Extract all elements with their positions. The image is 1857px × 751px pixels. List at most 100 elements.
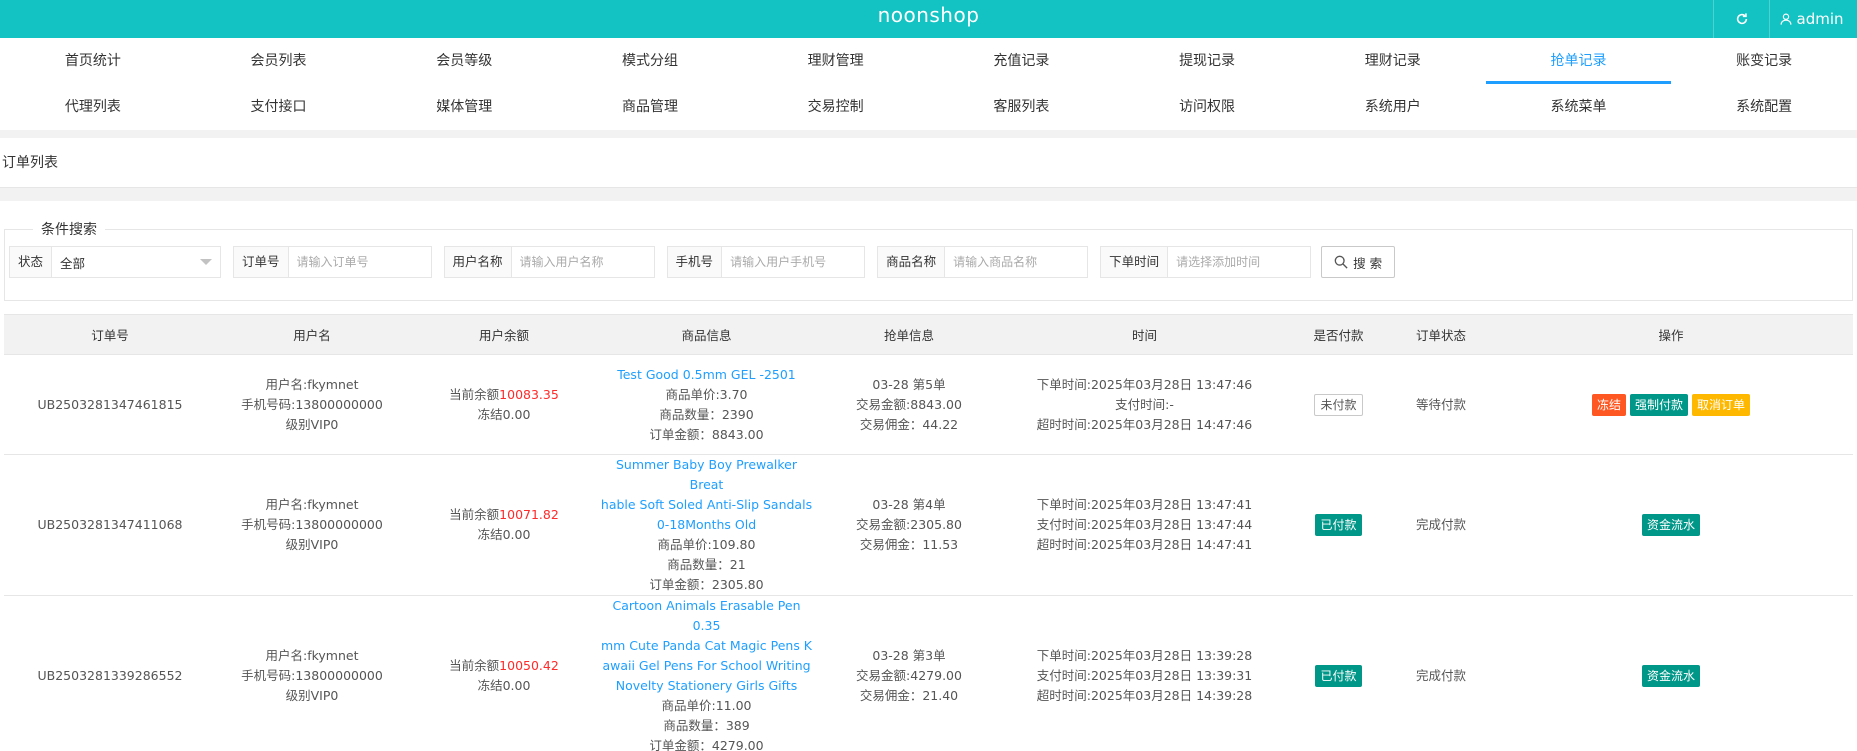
nav-item[interactable]: 理财记录: [1300, 38, 1486, 84]
phone-label: 手机号: [667, 247, 723, 277]
nav-item[interactable]: 首页统计: [0, 38, 186, 84]
nav-item[interactable]: 客服列表: [929, 84, 1115, 130]
nav-item[interactable]: 提现记录: [1114, 38, 1300, 84]
nav-item[interactable]: 商品管理: [557, 84, 743, 130]
search-icon: [1334, 255, 1348, 269]
fund-flow-button[interactable]: 资金流水: [1641, 514, 1700, 536]
order-no-filter: 订单号: [233, 246, 432, 278]
time-pay: 支付时间:-: [1115, 396, 1174, 412]
goods-total: 订单金额：2305.80: [649, 577, 764, 592]
cancel-order-button[interactable]: 取消订单: [1692, 393, 1751, 416]
nav-item[interactable]: 系统菜单: [1486, 84, 1672, 130]
goods-name-link[interactable]: mm Cute Panda Cat Magic Pens K: [600, 636, 813, 656]
paid-badge: 未付款: [1314, 393, 1363, 416]
nav-item[interactable]: 系统配置: [1671, 84, 1857, 130]
refresh-icon: [1736, 13, 1747, 25]
grab-info: 交易金额:8843.00: [856, 396, 962, 412]
nav-item[interactable]: 媒体管理: [371, 84, 557, 130]
goods-name-link[interactable]: Test Good 0.5mm GEL -2501: [600, 365, 813, 385]
nav-item[interactable]: 模式分组: [557, 38, 743, 84]
user-icon: [1780, 13, 1791, 25]
fund-flow-button[interactable]: 资金流水: [1641, 665, 1700, 687]
user-cell: 用户名:fkymnet 手机号码:13800000000 级别VIP0: [216, 354, 408, 455]
column-header: 商品信息: [600, 314, 813, 355]
status-value: 全部: [60, 255, 86, 271]
status-select[interactable]: 全部: [52, 247, 220, 277]
order-no-cell: UB2503281339286552: [4, 595, 216, 751]
nav-item[interactable]: 理财管理: [743, 38, 929, 84]
user-name: admin: [1796, 10, 1844, 28]
order-no-cell: UB2503281347461815: [4, 354, 216, 455]
status-filter[interactable]: 状态 全部: [9, 246, 222, 278]
top-header: noonshop admin: [0, 0, 1857, 38]
time-cell: 下单时间:2025年03月28日 13:47:46 支付时间:- 超时时间:2025…: [1005, 354, 1284, 455]
order-no-input[interactable]: [288, 247, 431, 277]
nav-item[interactable]: 充值记录: [929, 38, 1115, 84]
main-nav: 首页统计 会员列表 会员等级 模式分组 理财管理 充值记录 提现记录 理财记录 抢单记录 账变记录…: [0, 38, 1857, 130]
page-title: 订单列表: [0, 138, 1857, 188]
time-expire: 超时时间:2025年03月28日 14:47:46: [1036, 416, 1253, 432]
goods-filter: 商品名称: [877, 246, 1089, 278]
refresh-button[interactable]: [1713, 0, 1769, 38]
nav-item[interactable]: 抢单记录: [1485, 38, 1672, 84]
goods-cell: Test Good 0.5mm GEL -2501 商品单价:3.70 商品数量：2…: [600, 354, 813, 455]
table-row: UB2503281347411068 用户名:fkymnet 手机号码:138000…: [4, 454, 1853, 596]
goods-name-link[interactable]: awaii Gel Pens For School Writing: [600, 656, 813, 676]
table-row: UB2503281347461815 用户名:fkymnet 手机号码:138000…: [4, 354, 1853, 455]
username-input[interactable]: [511, 247, 654, 277]
balance-value: 10050.42: [499, 658, 559, 673]
goods-price: 商品单价:3.70: [665, 386, 748, 402]
column-header: 操作: [1489, 314, 1853, 355]
grab-cell: 03-28 第5单 交易金额:8843.00 交易佣金：44.22: [813, 354, 1005, 455]
user-level: 级别VIP0: [285, 688, 339, 703]
nav-item[interactable]: 支付接口: [186, 84, 372, 130]
grab-info: 03-28 第3单: [872, 648, 946, 663]
time-input[interactable]: [1168, 247, 1311, 277]
header-actions: admin: [1713, 0, 1857, 38]
nav-item[interactable]: 交易控制: [743, 84, 929, 130]
time-expire: 超时时间:2025年03月28日 14:47:41: [1036, 537, 1253, 552]
goods-label: 商品名称: [878, 247, 946, 277]
paid-badge: 已付款: [1315, 665, 1362, 687]
nav-item[interactable]: 会员列表: [186, 38, 372, 84]
main-content: 条件搜索 状态 全部 订单号 用户名称 手机号 商品: [0, 201, 1857, 751]
search-button[interactable]: 搜 索: [1321, 246, 1396, 278]
time-label: 下单时间: [1101, 247, 1169, 277]
balance-prefix: 当前余额: [449, 386, 500, 402]
paid-badge: 已付款: [1315, 514, 1362, 536]
paid-cell: 已付款: [1284, 454, 1393, 596]
phone-input[interactable]: [722, 247, 865, 277]
goods-name-link[interactable]: Cartoon Animals Erasable Pen 0.35: [600, 596, 813, 636]
nav-item[interactable]: 账变记录: [1671, 38, 1857, 84]
goods-cell: Cartoon Animals Erasable Pen 0.35 mm Cute…: [600, 595, 813, 751]
time-order: 下单时间:2025年03月28日 13:47:46: [1036, 376, 1253, 392]
user-name: 用户名:fkymnet: [265, 648, 359, 663]
grab-cell: 03-28 第4单 交易金额:2305.80 交易佣金：11.53: [813, 454, 1005, 596]
nav-item[interactable]: 系统用户: [1300, 84, 1486, 130]
frozen-amount: 冻结0.00: [477, 678, 531, 693]
search-panel: 条件搜索 状态 全部 订单号 用户名称 手机号 商品: [4, 219, 1853, 301]
nav-row-2: 代理列表 支付接口 媒体管理 商品管理 交易控制 客服列表 访问权限 系统用户 系统菜单 系统配置: [0, 84, 1857, 130]
nav-item[interactable]: 访问权限: [1114, 84, 1300, 130]
grab-cell: 03-28 第3单 交易金额:4279.00 交易佣金：21.40: [813, 595, 1005, 751]
column-header: 用户名: [216, 314, 408, 355]
force-pay-button[interactable]: 强制付款: [1629, 393, 1688, 416]
user-phone: 手机号码:13800000000: [241, 396, 383, 412]
actions-cell: 资金流水: [1489, 454, 1853, 596]
time-order: 下单时间:2025年03月28日 13:39:28: [1036, 648, 1253, 663]
goods-name-link[interactable]: hable Soft Soled Anti-Slip Sandals: [600, 495, 813, 515]
time-pay: 支付时间:2025年03月28日 13:39:31: [1036, 668, 1253, 683]
time-cell: 下单时间:2025年03月28日 13:39:28 支付时间:2025年03月28…: [1005, 595, 1284, 751]
nav-item[interactable]: 代理列表: [0, 84, 186, 130]
balance-value: 10071.82: [499, 507, 559, 522]
goods-name-link[interactable]: Summer Baby Boy Prewalker Breat: [600, 455, 813, 495]
nav-item[interactable]: 会员等级: [371, 38, 557, 84]
goods-input[interactable]: [945, 247, 1088, 277]
user-menu[interactable]: admin: [1769, 0, 1857, 38]
username-label: 用户名称: [444, 247, 512, 277]
status-cell: 完成付款: [1393, 595, 1489, 751]
freeze-button[interactable]: 冻结: [1591, 393, 1626, 416]
goods-name-link[interactable]: 0-18Months Old: [600, 515, 813, 535]
status-cell: 等待付款: [1393, 354, 1489, 455]
goods-name-link[interactable]: Novelty Stationery Girls Gifts: [600, 676, 813, 696]
